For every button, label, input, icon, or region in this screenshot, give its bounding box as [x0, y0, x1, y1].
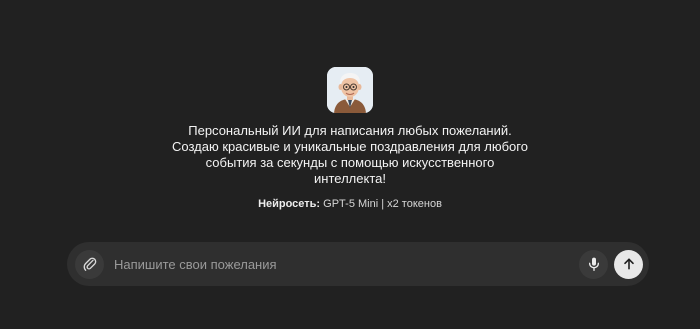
paperclip-icon [83, 257, 96, 271]
microphone-icon [588, 257, 599, 271]
assistant-description: Персональный ИИ для написания любых поже… [172, 123, 528, 186]
assistant-intro: Персональный ИИ для написания любых поже… [0, 67, 700, 211]
grandfather-avatar-icon [327, 67, 373, 113]
send-button[interactable] [614, 249, 643, 279]
model-label: Нейросеть: [258, 198, 321, 210]
model-value: GPT-5 Mini | x2 токенов [320, 198, 442, 210]
message-input[interactable] [104, 249, 579, 279]
voice-input-button[interactable] [579, 249, 608, 279]
chat-page: Персональный ИИ для написания любых поже… [0, 0, 700, 329]
message-composer [67, 242, 649, 286]
model-info: Нейросеть: GPT-5 Mini | x2 токенов [258, 197, 442, 211]
arrow-up-icon [623, 258, 634, 270]
assistant-avatar [327, 67, 373, 113]
attach-button[interactable] [75, 249, 104, 279]
